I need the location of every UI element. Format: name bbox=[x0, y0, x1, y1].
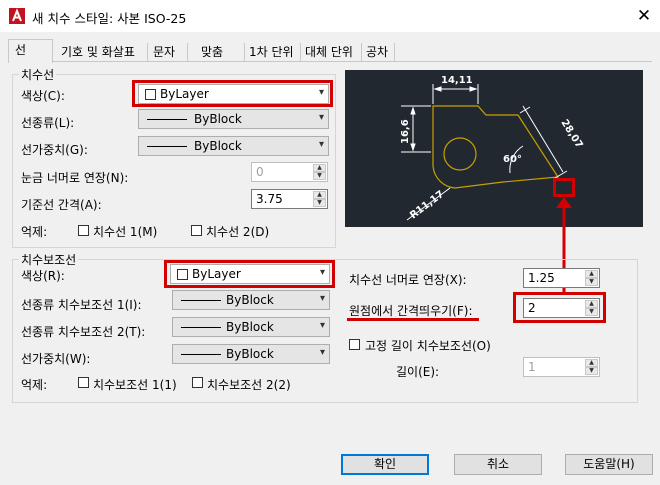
ext-lineweight-select[interactable]: ByBlock ▾ bbox=[172, 344, 330, 364]
suppress-ext2-label: 치수보조선 2(2) bbox=[207, 378, 291, 392]
preview-angle: 60° bbox=[503, 154, 522, 165]
tab-separator bbox=[244, 43, 245, 61]
preview-radius: R11,17 bbox=[408, 189, 446, 221]
ext-linetype1-label: 선종류 치수보조선 1(I): bbox=[21, 298, 142, 312]
highlight-ext-color bbox=[164, 260, 335, 288]
offset-label-underline bbox=[347, 318, 479, 321]
tab-symbols-arrows[interactable]: 기호 및 화살표 bbox=[61, 43, 135, 61]
suppress-dim1-checkbox[interactable] bbox=[78, 225, 89, 236]
tab-separator bbox=[361, 43, 362, 61]
spin-down-icon[interactable]: ▼ bbox=[313, 199, 326, 207]
dim-linetype-value: ByBlock bbox=[194, 112, 242, 126]
linetype-preview bbox=[181, 300, 221, 301]
tabstrip-border bbox=[8, 61, 652, 62]
tab-separator bbox=[187, 43, 188, 61]
help-button[interactable]: 도움말(H) bbox=[565, 454, 653, 475]
dim-lineweight-value: ByBlock bbox=[194, 139, 242, 153]
ext-suppress-label: 억제: bbox=[21, 378, 48, 392]
window-title: 새 치수 스타일: 사본 ISO-25 bbox=[32, 11, 187, 26]
tab-separator bbox=[300, 43, 301, 61]
linetype-preview bbox=[147, 119, 187, 120]
highlight-offset bbox=[513, 292, 606, 323]
autocad-logo-icon bbox=[9, 8, 25, 24]
suppress-ext1-checkbox[interactable] bbox=[78, 377, 89, 388]
extend-beyond-spinner[interactable]: 1.25 ▲ ▼ bbox=[523, 268, 600, 288]
baseline-spacing-value: 3.75 bbox=[256, 192, 283, 206]
extend-ticks-value: 0 bbox=[256, 165, 264, 179]
chevron-down-icon: ▾ bbox=[319, 347, 325, 358]
length-label: 길이(E): bbox=[396, 365, 440, 379]
dim-color-label: 색상(C): bbox=[21, 89, 65, 103]
dim-lines-group-title: 치수선 bbox=[19, 66, 57, 83]
dimension-preview: 14,11 16,6 28,07 60° R11,17 bbox=[345, 70, 643, 227]
baseline-spacing-spinner[interactable]: 3.75 ▲ ▼ bbox=[251, 189, 328, 209]
spin-down-icon[interactable]: ▼ bbox=[313, 172, 326, 180]
ext-linetype2-select[interactable]: ByBlock ▾ bbox=[172, 317, 330, 337]
chevron-down-icon: ▾ bbox=[319, 293, 325, 304]
preview-dim-left: 16,6 bbox=[400, 119, 411, 144]
lineweight-preview bbox=[147, 146, 187, 147]
ext-linetype1-value: ByBlock bbox=[226, 293, 274, 307]
ext-lineweight-label: 선가중치(W): bbox=[21, 352, 91, 366]
spin-up-icon[interactable]: ▲ bbox=[313, 191, 326, 199]
preview-dim-diag: 28,07 bbox=[558, 118, 584, 151]
chevron-down-icon: ▾ bbox=[319, 320, 325, 331]
tab-primary-units[interactable]: 1차 단위 bbox=[249, 43, 294, 61]
linetype-preview bbox=[181, 327, 221, 328]
chevron-down-icon: ▾ bbox=[318, 139, 324, 150]
ok-button[interactable]: 확인 bbox=[341, 454, 429, 475]
ext-color-label: 색상(R): bbox=[21, 269, 65, 283]
suppress-dim2-label: 치수선 2(D) bbox=[206, 225, 270, 239]
spin-down-icon[interactable]: ▼ bbox=[585, 278, 598, 286]
cancel-button[interactable]: 취소 bbox=[454, 454, 542, 475]
dim-suppress-label: 억제: bbox=[21, 225, 48, 239]
tab-separator bbox=[394, 43, 395, 61]
fixed-length-label: 고정 길이 치수보조선(O) bbox=[365, 339, 491, 353]
dim-lineweight-select[interactable]: ByBlock ▾ bbox=[138, 136, 329, 156]
dim-linetype-label: 선종류(L): bbox=[21, 116, 75, 130]
suppress-dim1-label: 치수선 1(M) bbox=[93, 225, 158, 239]
highlight-dim-color bbox=[132, 80, 333, 107]
preview-drawing: 14,11 16,6 28,07 60° R11,17 bbox=[400, 75, 585, 221]
tab-alternate-units[interactable]: 대체 단위 bbox=[305, 43, 353, 61]
close-button[interactable]: ✕ bbox=[632, 4, 656, 28]
offset-origin-label: 원점에서 간격띄우기(F): bbox=[349, 304, 473, 318]
spin-down-icon[interactable]: ▼ bbox=[585, 367, 598, 375]
tab-lines[interactable]: 선 bbox=[15, 41, 26, 59]
length-value: 1 bbox=[528, 360, 536, 374]
chevron-down-icon: ▾ bbox=[318, 112, 324, 123]
length-spinner[interactable]: 1 ▲ ▼ bbox=[523, 357, 600, 377]
ext-linetype2-value: ByBlock bbox=[226, 320, 274, 334]
lineweight-preview bbox=[181, 354, 221, 355]
ext-lineweight-value: ByBlock bbox=[226, 347, 274, 361]
fixed-length-checkbox[interactable] bbox=[349, 339, 360, 350]
dim-lineweight-label: 선가중치(G): bbox=[21, 143, 88, 157]
extend-ticks-label: 눈금 너머로 연장(N): bbox=[21, 171, 129, 185]
tab-tolerances[interactable]: 공차 bbox=[366, 43, 388, 61]
ext-linetype2-label: 선종류 치수보조선 2(T): bbox=[21, 325, 146, 339]
spin-up-icon[interactable]: ▲ bbox=[585, 359, 598, 367]
spin-up-icon[interactable]: ▲ bbox=[313, 164, 326, 172]
tab-separator bbox=[147, 43, 148, 61]
preview-dim-top: 14,11 bbox=[441, 75, 473, 86]
tab-fit[interactable]: 맞춤 bbox=[201, 43, 223, 61]
suppress-ext2-checkbox[interactable] bbox=[192, 377, 203, 388]
dim-linetype-select[interactable]: ByBlock ▾ bbox=[138, 109, 329, 129]
suppress-ext1-label: 치수보조선 1(1) bbox=[93, 378, 177, 392]
spin-up-icon[interactable]: ▲ bbox=[585, 270, 598, 278]
extend-beyond-value: 1.25 bbox=[528, 271, 555, 285]
highlight-preview-offset bbox=[553, 178, 575, 197]
extend-ticks-spinner[interactable]: 0 ▲ ▼ bbox=[251, 162, 328, 182]
baseline-spacing-label: 기준선 간격(A): bbox=[21, 198, 102, 212]
ext-linetype1-select[interactable]: ByBlock ▾ bbox=[172, 290, 330, 310]
extend-beyond-label: 치수선 너머로 연장(X): bbox=[349, 273, 467, 287]
ext-lines-group-title: 치수보조선 bbox=[19, 251, 79, 268]
suppress-dim2-checkbox[interactable] bbox=[191, 225, 202, 236]
tab-text[interactable]: 문자 bbox=[153, 43, 175, 61]
